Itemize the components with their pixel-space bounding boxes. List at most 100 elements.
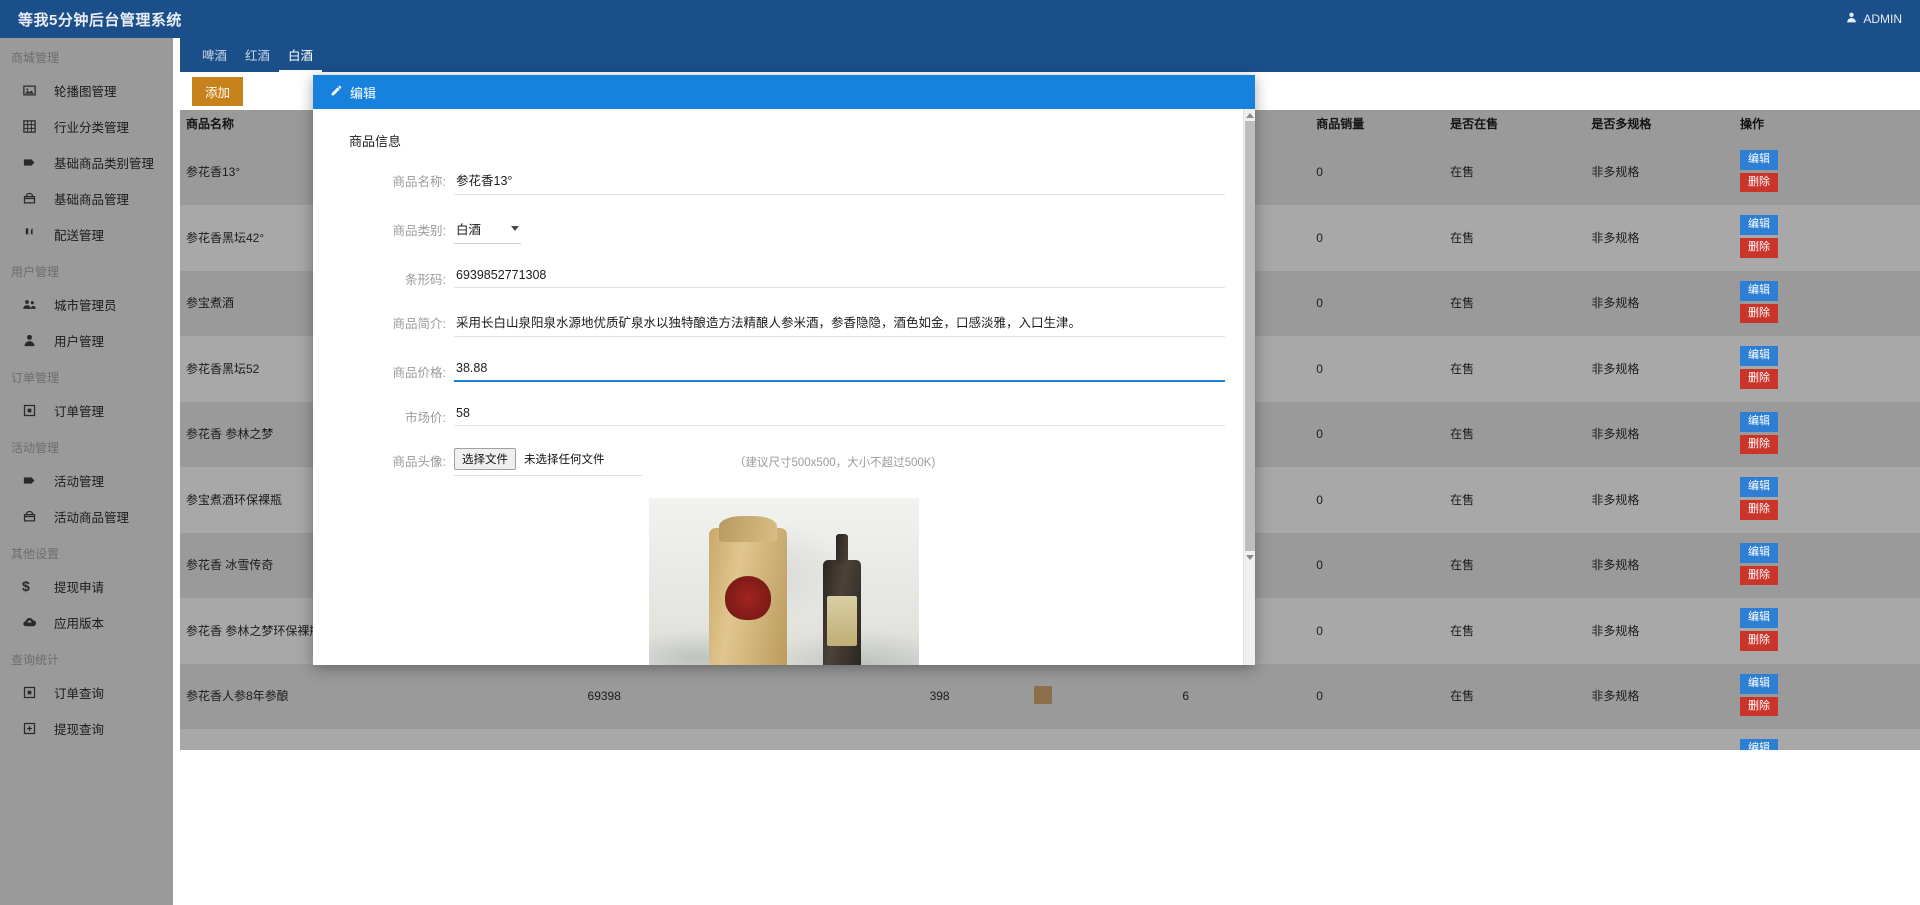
sidebar-item-label: 用户管理 xyxy=(54,331,104,350)
delete-button[interactable]: 删除 xyxy=(1740,697,1778,717)
delete-button[interactable]: 删除 xyxy=(1740,631,1778,651)
box-icon xyxy=(22,191,44,206)
edit-button[interactable]: 编辑 xyxy=(1740,281,1778,301)
sidebar-item-1-4[interactable]: 基础商品管理 xyxy=(0,180,173,216)
tag-icon xyxy=(22,155,44,170)
gift-bag-graphic xyxy=(709,528,787,665)
field-row-avatar: 商品头像: 选择文件 未选择任何文件 （建议尺寸500x500，大小不超过500… xyxy=(343,448,1225,476)
sidebar-item-label: 轮播图管理 xyxy=(54,81,117,100)
edit-button[interactable]: 编辑 xyxy=(1740,674,1778,694)
product-image-preview xyxy=(343,498,1225,665)
grid-icon xyxy=(22,119,44,134)
sidebar-item-4-2[interactable]: 活动商品管理 xyxy=(0,498,173,534)
file-hint-text: （建议尺寸500x500，大小不超过500K) xyxy=(734,454,935,470)
name-input[interactable]: 参花香13° xyxy=(454,168,1225,195)
market-price-label: 市场价: xyxy=(343,404,446,426)
sidebar-item-2-2[interactable]: 用户管理 xyxy=(0,322,173,358)
field-row-intro: 商品简介: 采用长白山泉阳泉水源地优质矿泉水以独特酿造方法精酿人参米酒，参香隐隐… xyxy=(343,310,1225,337)
name-label: 商品名称: xyxy=(343,168,446,190)
product-barcode: 69398 xyxy=(582,729,924,750)
admin-user-menu[interactable]: ADMIN xyxy=(1845,11,1902,27)
delete-button[interactable]: 删除 xyxy=(1740,435,1778,455)
delete-button[interactable]: 删除 xyxy=(1740,238,1778,258)
category-selected-value: 白酒 xyxy=(456,219,481,238)
sidebar-item-label: 活动商品管理 xyxy=(54,507,129,526)
sidebar-item-1-2[interactable]: 行业分类管理 xyxy=(0,108,173,144)
product-on-sale: 在售 xyxy=(1444,664,1585,730)
edit-button[interactable]: 编辑 xyxy=(1740,346,1778,366)
intro-label: 商品简介: xyxy=(343,310,446,332)
product-sales: 0 xyxy=(1310,664,1444,730)
delete-button[interactable]: 删除 xyxy=(1740,369,1778,389)
product-barcode: 69398 xyxy=(582,664,924,730)
scrollbar-thumb[interactable] xyxy=(1245,121,1255,551)
product-multi-spec: 非多规格 xyxy=(1585,140,1734,206)
edit-button[interactable]: 编辑 xyxy=(1740,608,1778,628)
cutlery-icon xyxy=(22,227,44,242)
edit-button[interactable]: 编辑 xyxy=(1740,150,1778,170)
edit-button[interactable]: 编辑 xyxy=(1740,543,1778,563)
chevron-down-icon xyxy=(511,226,519,231)
sidebar-item-4-1[interactable]: 活动管理 xyxy=(0,462,173,498)
dollar-icon: $ xyxy=(22,579,44,593)
product-multi-spec: 非多规格 xyxy=(1585,533,1734,599)
tab-2[interactable]: 红酒 xyxy=(236,45,279,72)
sidebar-item-1-3[interactable]: 基础商品类别管理 xyxy=(0,144,173,180)
sidebar-item-5-2[interactable]: 应用版本 xyxy=(0,604,173,640)
edit-button[interactable]: 编辑 xyxy=(1740,215,1778,235)
sidebar-item-1-5[interactable]: 配送管理 xyxy=(0,216,173,252)
sidebar-item-5-1[interactable]: $ 提现申请 xyxy=(0,568,173,604)
sidebar-group-title: 查询统计 xyxy=(0,640,173,674)
product-sales: 0 xyxy=(1310,729,1444,750)
product-thumbnail xyxy=(1028,664,1177,730)
delete-button[interactable]: 删除 xyxy=(1740,566,1778,586)
product-multi-spec: 非多规格 xyxy=(1585,205,1734,271)
tab-1[interactable]: 啤酒 xyxy=(193,45,236,72)
product-name: 参花香人参8年参酿 xyxy=(180,664,582,730)
product-sales: 0 xyxy=(1310,467,1444,533)
person-icon xyxy=(1845,11,1858,27)
section-title: 商品信息 xyxy=(343,131,1225,150)
sidebar-item-1-1[interactable]: 轮播图管理 xyxy=(0,72,173,108)
price-input[interactable]: 38.88 xyxy=(454,359,1225,382)
delete-button[interactable]: 删除 xyxy=(1740,173,1778,193)
modal-scrollbar[interactable] xyxy=(1243,109,1255,665)
bottle-graphic xyxy=(823,560,861,665)
sidebar-item-6-1[interactable]: 订单查询 xyxy=(0,674,173,710)
product-sales: 0 xyxy=(1310,533,1444,599)
delete-button[interactable]: 删除 xyxy=(1740,304,1778,324)
product-multi-spec: 非多规格 xyxy=(1585,271,1734,337)
sidebar-item-label: 提现申请 xyxy=(54,577,104,596)
sidebar: 商城管理轮播图管理行业分类管理基础商品类别管理基础商品管理配送管理用户管理城市管… xyxy=(0,38,173,905)
choose-file-button[interactable]: 选择文件 xyxy=(454,448,516,470)
sidebar-item-6-2[interactable]: 提现查询 xyxy=(0,710,173,746)
sidebar-item-3-1[interactable]: 订单管理 xyxy=(0,392,173,428)
delete-button[interactable]: 删除 xyxy=(1740,500,1778,520)
product-sales: 0 xyxy=(1310,271,1444,337)
product-name: 参花香 冰雪传奇环保裸瓶 xyxy=(180,729,582,750)
category-select[interactable]: 白酒 xyxy=(454,217,521,244)
market-price-input[interactable]: 58 xyxy=(454,404,1225,426)
product-actions: 编辑删除 xyxy=(1734,205,1920,271)
app-root: 等我5分钟后台管理系统 ADMIN 商城管理轮播图管理行业分类管理基础商品类别管… xyxy=(0,0,1920,905)
category-label: 商品类别: xyxy=(343,217,446,239)
intro-input[interactable]: 采用长白山泉阳泉水源地优质矿泉水以独特酿造方法精酿人参米酒，参香隐隐，酒色如金，… xyxy=(454,310,1225,337)
edit-button[interactable]: 编辑 xyxy=(1740,477,1778,497)
order-icon xyxy=(22,685,44,700)
edit-button[interactable]: 编辑 xyxy=(1740,412,1778,432)
avatar-file-input[interactable]: 选择文件 未选择任何文件 xyxy=(454,448,642,476)
modal-title: 编辑 xyxy=(350,83,376,102)
tab-3[interactable]: 白酒 xyxy=(279,45,322,72)
barcode-input[interactable]: 6939852771308 xyxy=(454,266,1225,288)
add-button[interactable]: 添加 xyxy=(192,77,243,106)
product-actions: 编辑删除 xyxy=(1734,598,1920,664)
scroll-down-arrow-icon[interactable] xyxy=(1244,551,1256,563)
column-header-9: 操作 xyxy=(1734,110,1920,140)
scroll-up-arrow-icon[interactable] xyxy=(1244,109,1256,121)
sidebar-item-2-1[interactable]: 城市管理员 xyxy=(0,286,173,322)
product-on-sale: 在售 xyxy=(1444,402,1585,468)
tag-icon xyxy=(22,473,44,488)
product-multi-spec: 非多规格 xyxy=(1585,729,1734,750)
edit-button[interactable]: 编辑 xyxy=(1740,739,1778,750)
product-on-sale: 在售 xyxy=(1444,140,1585,206)
